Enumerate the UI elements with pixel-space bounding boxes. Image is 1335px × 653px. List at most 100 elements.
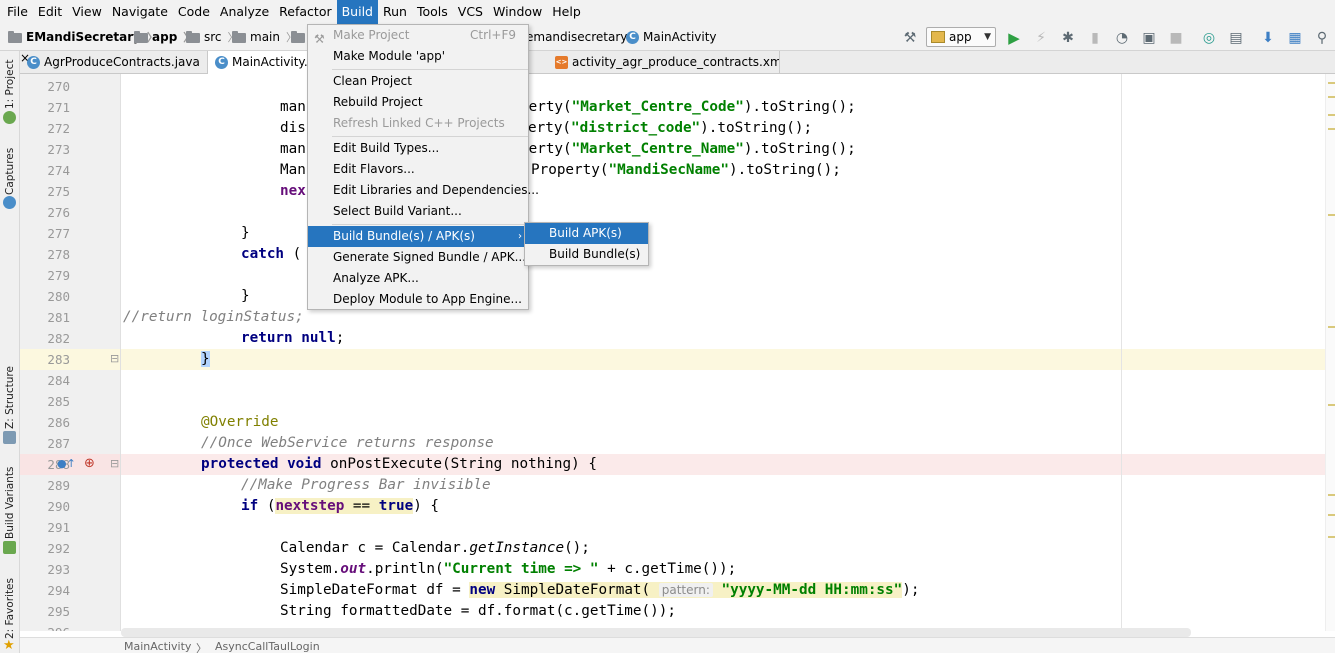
parameter-hint: pattern: bbox=[658, 583, 713, 597]
profile-icon[interactable]: ◔ bbox=[1112, 28, 1132, 48]
line-number: 282 bbox=[47, 331, 70, 346]
apply-changes-icon[interactable]: ⚡ bbox=[1031, 28, 1051, 48]
menu-item-rebuild-project[interactable]: Rebuild Project bbox=[308, 92, 528, 113]
menu-code[interactable]: Code bbox=[173, 0, 215, 24]
line-number: 289 bbox=[47, 478, 70, 493]
status-breadcrumb-inner-class[interactable]: AsyncCallTaulLogin bbox=[215, 640, 320, 653]
line-number: 274 bbox=[47, 163, 70, 178]
folder-icon bbox=[134, 30, 148, 43]
menu-item-edit-libraries[interactable]: Edit Libraries and Dependencies... bbox=[308, 180, 539, 201]
debug-icon[interactable]: ✱ bbox=[1058, 28, 1078, 48]
menu-item-edit-build-types[interactable]: Edit Build Types... bbox=[308, 138, 528, 159]
menu-item-select-build-variant[interactable]: Select Build Variant... bbox=[308, 201, 528, 222]
menu-item-deploy-app-engine[interactable]: Deploy Module to App Engine... bbox=[308, 289, 528, 310]
horizontal-scrollbar[interactable] bbox=[121, 628, 1191, 637]
menu-bar: File Edit View Navigate Code Analyze Ref… bbox=[0, 0, 1335, 24]
code-line: //return loginStatus; bbox=[123, 309, 304, 325]
sdk-manager-icon[interactable]: ⬇ bbox=[1258, 28, 1278, 48]
menu-vcs[interactable]: VCS bbox=[453, 0, 488, 24]
fold-icon[interactable]: ⊟ bbox=[110, 352, 119, 365]
coverage-icon[interactable]: ▮ bbox=[1085, 28, 1105, 48]
line-number: 276 bbox=[47, 205, 70, 220]
tab-activity-xml[interactable]: <> activity_agr_produce_contracts.xml bbox=[548, 51, 780, 74]
class-icon: C bbox=[27, 56, 40, 69]
captures-tool-tab[interactable]: Captures bbox=[2, 147, 18, 195]
run-icon[interactable]: ▶ bbox=[1004, 28, 1024, 48]
line-number: 270 bbox=[47, 79, 70, 94]
menu-file[interactable]: File bbox=[2, 0, 33, 24]
menu-refactor[interactable]: Refactor bbox=[274, 0, 336, 24]
menu-tools[interactable]: Tools bbox=[412, 0, 453, 24]
menu-item-refresh-cpp[interactable]: Refresh Linked C++ Projects bbox=[308, 113, 528, 134]
menu-run[interactable]: Run bbox=[378, 0, 412, 24]
line-number: 290 bbox=[47, 499, 70, 514]
line-number: 295 bbox=[47, 604, 70, 619]
menu-item-clean-project[interactable]: Clean Project bbox=[308, 71, 528, 92]
breadcrumb-src[interactable]: src〉 bbox=[186, 24, 239, 51]
menu-item-edit-flavors[interactable]: Edit Flavors... bbox=[308, 159, 528, 180]
project-tool-tab[interactable]: 1: Project bbox=[2, 59, 18, 109]
menu-item-make-module[interactable]: Make Module 'app' bbox=[308, 46, 528, 67]
breakpoint-icon[interactable]: ⊕ bbox=[84, 456, 95, 471]
run-configuration-select[interactable]: app ▼ bbox=[926, 27, 996, 47]
code-line: Property("MandiSecName").toString(); bbox=[531, 162, 841, 178]
line-number: 272 bbox=[47, 121, 70, 136]
editor-tab-bar: C AgrProduceContracts.java C MainActivit… bbox=[20, 51, 1335, 74]
editor-gutter[interactable]: 270 271 272 273 274 275 276 277 278 279 … bbox=[20, 74, 121, 631]
menu-item-build-bundles-apks[interactable]: Build Bundle(s) / APK(s) › bbox=[308, 226, 528, 247]
tab-agr-produce-contracts[interactable]: C AgrProduceContracts.java bbox=[20, 51, 208, 74]
code-line: } bbox=[201, 351, 210, 367]
menu-item-generate-signed[interactable]: Generate Signed Bundle / APK... bbox=[308, 247, 528, 268]
line-number: 279 bbox=[47, 268, 70, 283]
submenu-item-build-apks[interactable]: Build APK(s) bbox=[525, 223, 648, 244]
line-number: 286 bbox=[47, 415, 70, 430]
avd-manager-icon[interactable]: ▤ bbox=[1226, 28, 1246, 48]
structure-tool-tab[interactable]: Z: Structure bbox=[2, 366, 18, 429]
menu-view[interactable]: View bbox=[67, 0, 107, 24]
hammer-icon[interactable]: ⚒ bbox=[900, 28, 920, 48]
code-line: //Once WebService returns response bbox=[201, 435, 494, 451]
build-menu: ⚒ Make Project Ctrl+F9 Make Module 'app'… bbox=[307, 24, 539, 310]
code-line: Calendar c = Calendar.getInstance(); bbox=[280, 540, 590, 556]
override-method-icon[interactable]: ●↑ bbox=[57, 457, 76, 470]
project-structure-icon[interactable]: ▦ bbox=[1285, 28, 1305, 48]
line-number: 287 bbox=[47, 436, 70, 451]
build-variants-tool-tab[interactable]: Build Variants bbox=[2, 465, 18, 539]
attach-debugger-icon[interactable]: ▣ bbox=[1139, 28, 1159, 48]
editor-breadcrumb-bar: MainActivity 〉 AsyncCallTaulLogin bbox=[20, 637, 1335, 653]
menu-navigate[interactable]: Navigate bbox=[107, 0, 173, 24]
menu-window[interactable]: Window bbox=[488, 0, 547, 24]
code-editor[interactable]: man perty("Market_Centre_Code").toString… bbox=[121, 74, 1325, 631]
code-line: man bbox=[280, 99, 306, 115]
code-line: SimpleDateFormat df = new SimpleDateForm… bbox=[280, 582, 920, 598]
menu-build[interactable]: Build bbox=[336, 0, 378, 24]
code-line: System.out.println("Current time => " + … bbox=[280, 561, 737, 577]
chevron-down-icon: ▼ bbox=[984, 32, 991, 42]
menu-analyze[interactable]: Analyze bbox=[215, 0, 274, 24]
menu-edit[interactable]: Edit bbox=[33, 0, 67, 24]
build-bundles-submenu: Build APK(s) Build Bundle(s) bbox=[524, 222, 649, 266]
code-line: @Override bbox=[201, 414, 279, 430]
tab-main-activity[interactable]: C MainActivity.java bbox=[208, 51, 308, 74]
status-breadcrumb-class[interactable]: MainActivity bbox=[124, 640, 191, 653]
search-icon[interactable]: ⚲ bbox=[1312, 28, 1332, 48]
menu-item-analyze-apk[interactable]: Analyze APK... bbox=[308, 268, 528, 289]
line-number: 278 bbox=[47, 247, 70, 262]
menu-item-make-project[interactable]: ⚒ Make Project Ctrl+F9 bbox=[308, 25, 528, 46]
sync-gradle-icon[interactable]: ◎ bbox=[1199, 28, 1219, 48]
fold-icon[interactable]: ⊟ bbox=[110, 457, 119, 470]
code-line: man bbox=[280, 141, 306, 157]
stop-icon[interactable]: ■ bbox=[1166, 28, 1186, 48]
captures-icon bbox=[3, 196, 16, 209]
line-number: 277 bbox=[47, 226, 70, 241]
menu-help[interactable]: Help bbox=[547, 0, 586, 24]
code-line: } bbox=[241, 288, 250, 304]
line-number: 273 bbox=[47, 142, 70, 157]
navigation-bar: EMandiSecretary〉 app〉 src〉 main〉 emandis… bbox=[0, 24, 1335, 51]
vertical-scrollbar[interactable] bbox=[1325, 74, 1335, 631]
breadcrumb-class[interactable]: C MainActivity bbox=[626, 24, 717, 51]
breadcrumb-main[interactable]: main〉 bbox=[232, 24, 297, 51]
submenu-item-build-bundles[interactable]: Build Bundle(s) bbox=[525, 244, 648, 265]
favorites-tool-tab[interactable]: 2: Favorites bbox=[2, 575, 18, 639]
line-number: 296 bbox=[20, 622, 70, 631]
